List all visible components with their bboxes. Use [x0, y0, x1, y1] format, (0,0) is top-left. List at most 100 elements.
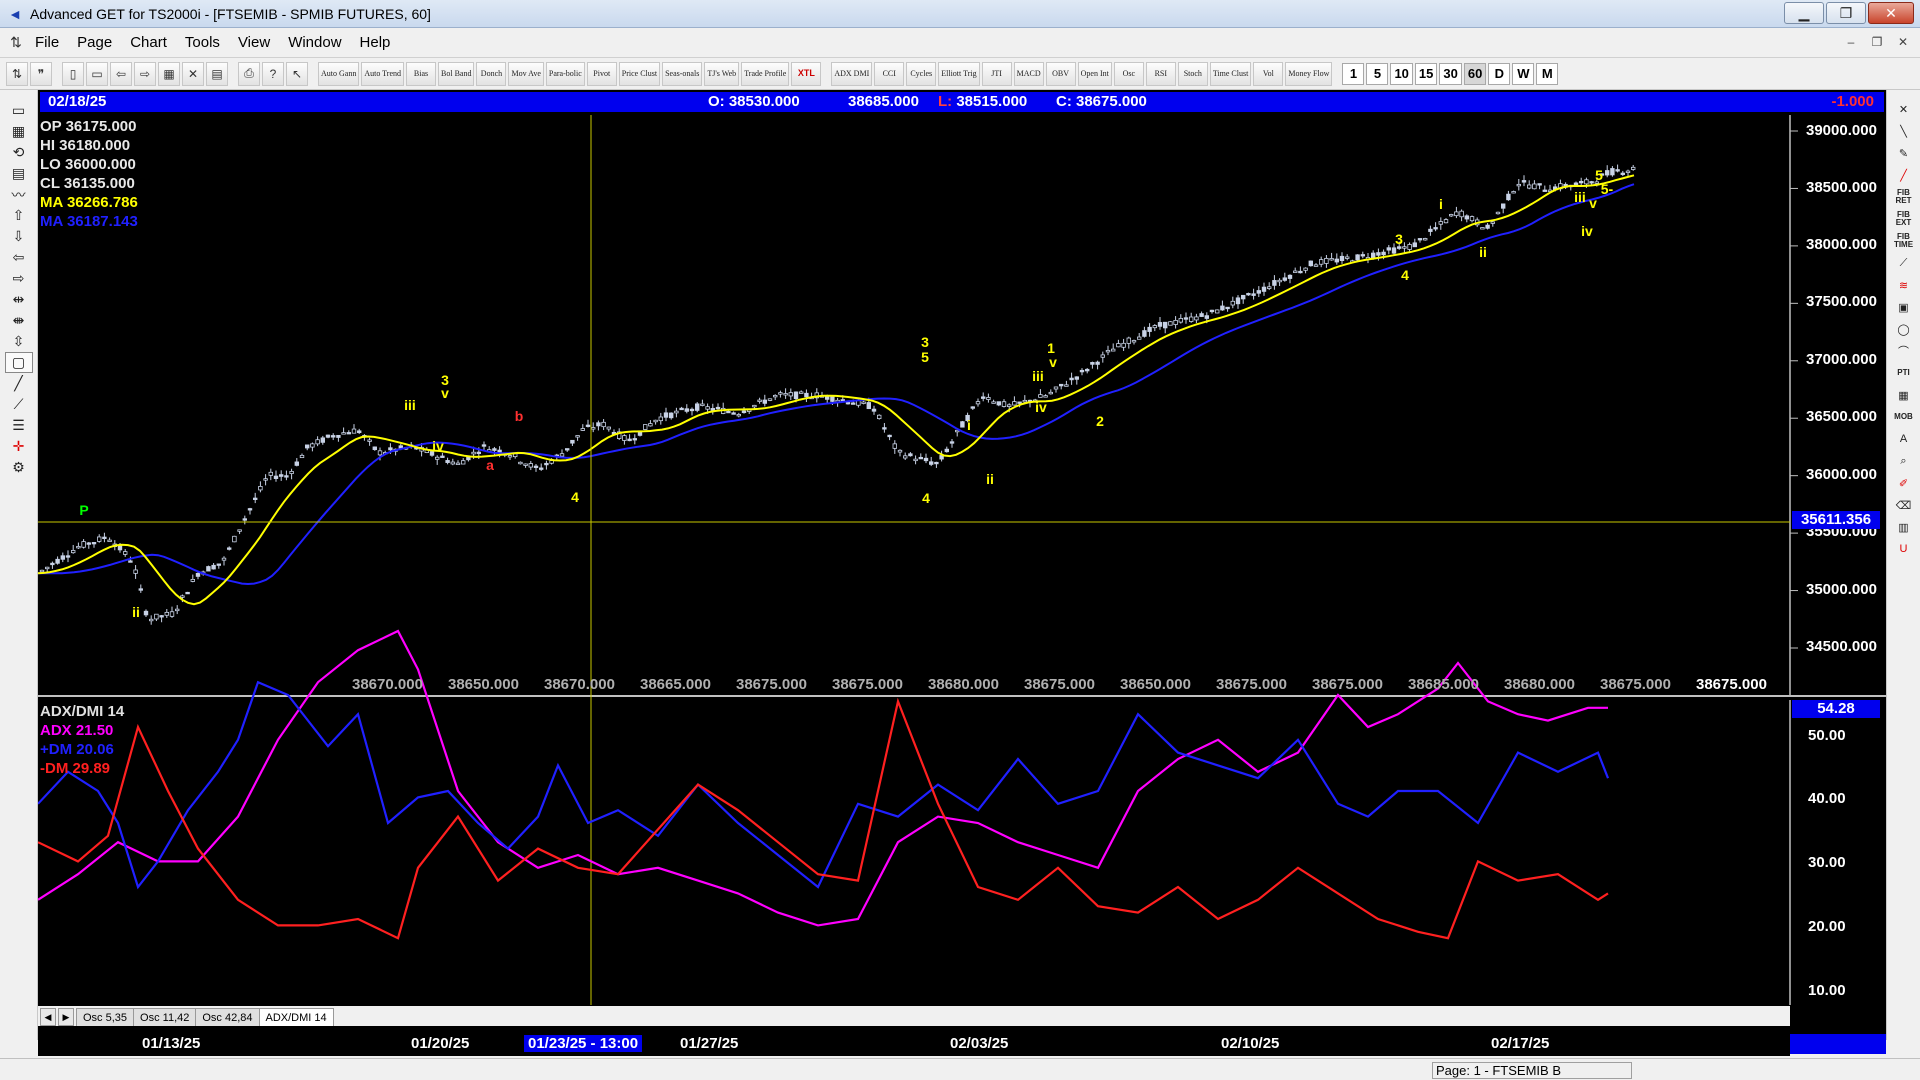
mov-ave-button[interactable]: Mov Ave: [508, 61, 544, 86]
layers-icon[interactable]: ▥: [1891, 516, 1917, 538]
mob-icon[interactable]: MOB: [1891, 406, 1917, 428]
pencil-icon[interactable]: ✎: [1891, 142, 1917, 164]
menu-file[interactable]: File: [26, 34, 68, 51]
tab-scroll-left-icon[interactable]: ◀: [40, 1008, 56, 1026]
timeframe-30-button[interactable]: 30: [1439, 62, 1462, 85]
menu-page[interactable]: Page: [68, 34, 121, 51]
tab-osc-11-42[interactable]: Osc 11,42: [133, 1008, 197, 1026]
timeframe-w-button[interactable]: W: [1512, 62, 1535, 85]
gann-icon[interactable]: ⟋: [5, 394, 33, 415]
stoch-button[interactable]: Stoch: [1177, 61, 1208, 86]
obv-button[interactable]: OBV: [1045, 61, 1076, 86]
close-button[interactable]: ✕: [1868, 2, 1914, 24]
zoom-icon[interactable]: ⌕: [1891, 450, 1917, 472]
arrow-down-icon[interactable]: ⇩: [5, 226, 33, 247]
pivot-button[interactable]: Pivot: [586, 61, 617, 86]
adx-dmi-button[interactable]: ADX DMI: [831, 61, 873, 86]
fib-icon[interactable]: ☰: [5, 415, 33, 436]
cancel-tool-icon[interactable]: ✕: [1891, 98, 1917, 120]
cycles-button[interactable]: Cycles: [906, 61, 937, 86]
layout-icon[interactable]: ▤: [206, 61, 228, 86]
magnet-icon[interactable]: U: [1891, 538, 1917, 560]
macd-button[interactable]: MACD: [1013, 61, 1044, 86]
tab-adx-dmi-14[interactable]: ADX/DMI 14: [258, 1008, 334, 1026]
menu-chart[interactable]: Chart: [121, 34, 176, 51]
briefcase-icon[interactable]: ▭: [5, 100, 33, 121]
auto-trend-button[interactable]: Auto Trend: [361, 61, 405, 86]
expand-horizontal-icon[interactable]: ⇹: [5, 289, 33, 310]
print-icon[interactable]: ⎙: [238, 61, 260, 86]
study-icon[interactable]: ▤: [5, 163, 33, 184]
timeframe-m-button[interactable]: M: [1536, 62, 1559, 85]
menu-window[interactable]: Window: [279, 34, 350, 51]
mdi-restore-button[interactable]: ❐: [1866, 32, 1888, 52]
box-icon[interactable]: ▣: [1891, 296, 1917, 318]
bias-button[interactable]: Bias: [406, 61, 437, 86]
trendline-icon[interactable]: ╱: [1891, 164, 1917, 186]
parabolic-button[interactable]: Para-bolic: [545, 61, 585, 86]
fib-time-icon[interactable]: FIB TIME: [1891, 230, 1917, 252]
quote-icon[interactable]: ❞: [30, 61, 52, 86]
menu-help[interactable]: Help: [351, 34, 400, 51]
rsi-button[interactable]: RSI: [1145, 61, 1176, 86]
pti-icon[interactable]: PTI: [1891, 362, 1917, 384]
pen-icon[interactable]: ✐: [1891, 472, 1917, 494]
xtl-button[interactable]: XTL: [791, 61, 822, 86]
text-tool-icon[interactable]: A: [1891, 428, 1917, 450]
crosshair-icon[interactable]: ✛: [5, 436, 33, 457]
timeframe-10-button[interactable]: 10: [1390, 62, 1413, 85]
mdi-close-button[interactable]: ✕: [1892, 32, 1914, 52]
vol-button[interactable]: Vol: [1253, 61, 1284, 86]
fib-ext-icon[interactable]: FIB EXT: [1891, 208, 1917, 230]
menu-view[interactable]: View: [229, 34, 279, 51]
seasonals-button[interactable]: Seas-onals: [662, 61, 703, 86]
bol-band-button[interactable]: Bol Band: [438, 61, 475, 86]
mdi-minimize-button[interactable]: –: [1840, 32, 1862, 52]
auto-gann-button[interactable]: Auto Gann: [318, 61, 360, 86]
open-int-button[interactable]: Open Int: [1077, 61, 1112, 86]
timeframe-5-button[interactable]: 5: [1366, 62, 1389, 85]
trade-profile-button[interactable]: Trade Profile: [741, 61, 790, 86]
fan-icon[interactable]: ⟋: [1891, 252, 1917, 274]
open-icon[interactable]: ▭: [86, 61, 108, 86]
settings-icon[interactable]: ⚙: [5, 457, 33, 478]
arrows-icon[interactable]: ⇅: [6, 61, 28, 86]
chart-canvas[interactable]: iiiii3vivab4354iiiiii1viv234iiiiii viv55-…: [37, 90, 1886, 1045]
grid-icon[interactable]: ▦: [158, 61, 180, 86]
jti-button[interactable]: JTI: [981, 61, 1012, 86]
grid-tool-icon[interactable]: ▦: [1891, 384, 1917, 406]
channel-icon[interactable]: ≋: [1891, 274, 1917, 296]
arc-icon[interactable]: ⌒: [1891, 340, 1917, 362]
lines-icon[interactable]: ╱: [5, 373, 33, 394]
help-pointer-icon[interactable]: ↖: [286, 61, 308, 86]
maximize-button[interactable]: ❐: [1826, 2, 1866, 24]
frame-icon[interactable]: ▢: [4, 352, 33, 373]
menu-tools[interactable]: Tools: [176, 34, 229, 51]
reset-icon[interactable]: ⟲: [5, 142, 33, 163]
osc-button[interactable]: Osc: [1113, 61, 1144, 86]
cci-button[interactable]: CCI: [874, 61, 905, 86]
arrow-right-icon[interactable]: ⇨: [5, 268, 33, 289]
tab-scroll-right-icon[interactable]: ▶: [58, 1008, 74, 1026]
document-icon[interactable]: ⇅: [6, 33, 26, 53]
timeframe-d-button[interactable]: D: [1488, 62, 1511, 85]
compress-vertical-icon[interactable]: ⇳: [5, 331, 33, 352]
money-flow-button[interactable]: Money Flow: [1285, 61, 1333, 86]
forward-icon[interactable]: ⇨: [134, 61, 156, 86]
elliott-icon[interactable]: 〰: [5, 184, 33, 205]
elliott-trig-button[interactable]: Elliott Trig: [938, 61, 980, 86]
hint-icon[interactable]: ?: [262, 61, 284, 86]
back-icon[interactable]: ⇦: [110, 61, 132, 86]
timeframe-15-button[interactable]: 15: [1414, 62, 1438, 85]
delete-icon[interactable]: ✕: [182, 61, 204, 86]
eraser-icon[interactable]: ⌫: [1891, 494, 1917, 516]
wand-icon[interactable]: ╲: [1891, 120, 1917, 142]
minimize-button[interactable]: ▁: [1784, 2, 1824, 24]
ellipse-icon[interactable]: ◯: [1891, 318, 1917, 340]
tjs-web-button[interactable]: TJ's Web: [704, 61, 740, 86]
arrow-left-icon[interactable]: ⇦: [5, 247, 33, 268]
arrow-up-icon[interactable]: ⇧: [5, 205, 33, 226]
compress-horizontal-icon[interactable]: ⇼: [5, 310, 33, 331]
donch-button[interactable]: Donch: [476, 61, 507, 86]
new-page-icon[interactable]: ▯: [62, 61, 84, 86]
